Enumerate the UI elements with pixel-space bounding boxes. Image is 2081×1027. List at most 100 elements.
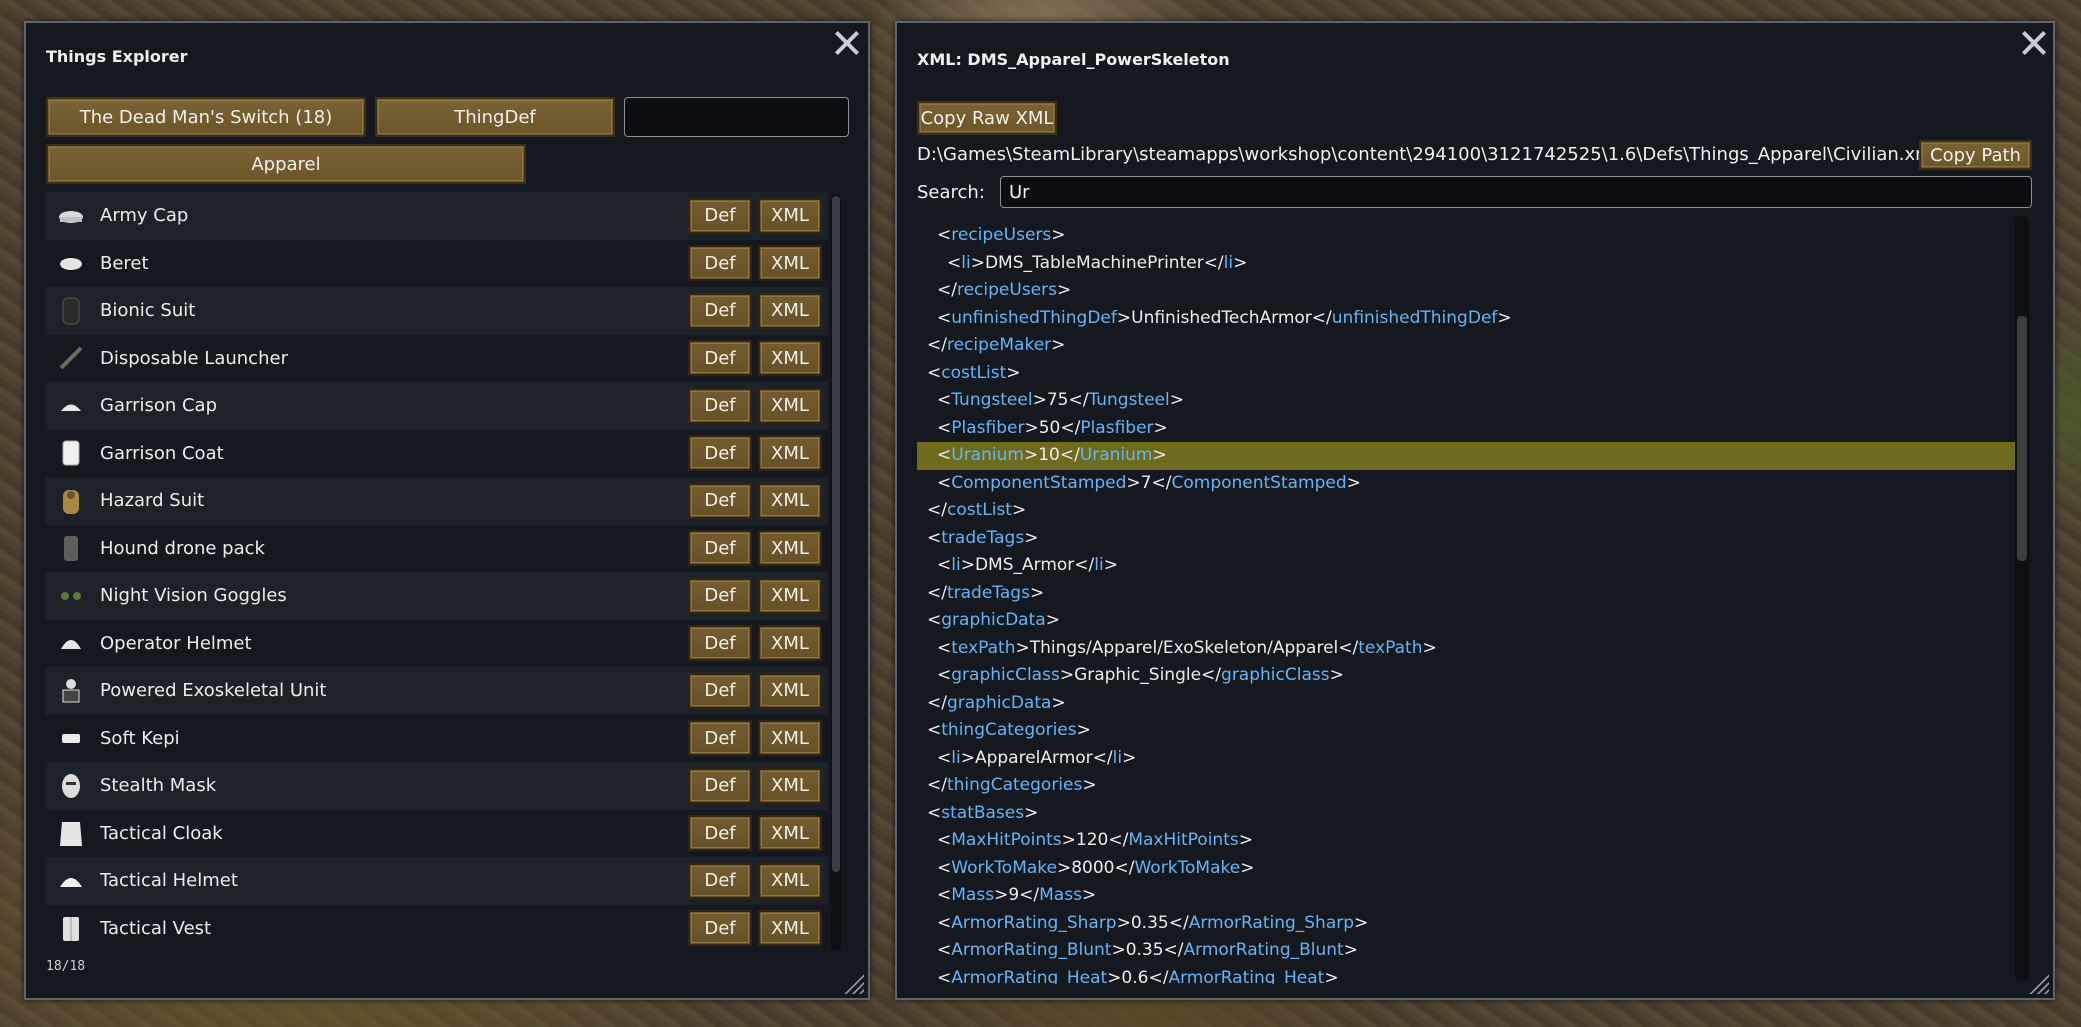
xml-button[interactable]: XML <box>758 672 822 709</box>
xml-tag: costList <box>941 362 1007 383</box>
xml-tag: li <box>951 555 961 575</box>
def-button[interactable]: Def <box>688 387 752 424</box>
def-button[interactable]: Def <box>688 435 752 472</box>
xml-line: <WorkToMake>8000</WorkToMake> <box>937 857 1255 878</box>
item-label: Garrison Cap <box>100 395 218 417</box>
xml-button[interactable]: XML <box>758 435 822 472</box>
list-item[interactable]: Operator Helmet Def XML <box>46 620 828 668</box>
def-button[interactable]: Def <box>688 672 752 709</box>
xml-tag: recipeMaker <box>946 335 1052 355</box>
resize-grip-icon[interactable] <box>2027 972 2049 994</box>
copy-path-button[interactable]: Copy Path <box>1919 140 2032 170</box>
xml-search-input[interactable] <box>1000 176 2032 208</box>
xml-button[interactable]: XML <box>758 482 822 519</box>
xml-value: ApparelArmor <box>974 747 1093 768</box>
xml-scrollbar[interactable] <box>2015 216 2029 981</box>
resize-grip-icon[interactable] <box>842 972 864 994</box>
list-item[interactable]: Powered Exoskeletal Unit Def XML <box>46 667 828 715</box>
xml-tag: statBases <box>941 802 1025 823</box>
def-button[interactable]: Def <box>688 720 752 757</box>
list-item[interactable]: Bionic Suit Def XML <box>46 287 828 335</box>
def-button[interactable]: Def <box>688 625 752 662</box>
xml-button[interactable]: XML <box>758 862 822 899</box>
xml-line: </recipeMaker> <box>927 335 1066 355</box>
xml-line: <Plasfiber>50</Plasfiber> <box>937 417 1168 438</box>
xml-tag: Mass <box>951 885 995 905</box>
list-item[interactable]: Stealth Mask Def XML <box>46 762 828 810</box>
def-button[interactable]: Def <box>688 862 752 899</box>
list-item[interactable]: Tactical Helmet Def XML <box>46 857 828 905</box>
xml-tag: Plasfiber <box>951 417 1025 438</box>
xml-button[interactable]: XML <box>758 340 822 377</box>
def-button[interactable]: Def <box>688 530 752 567</box>
scrollbar-thumb[interactable] <box>832 196 840 872</box>
def-button[interactable]: Def <box>688 767 752 804</box>
xml-button[interactable]: XML <box>758 292 822 329</box>
list-item[interactable]: Hazard Suit Def XML <box>46 477 828 525</box>
list-item[interactable]: Army Cap Def XML <box>46 192 828 240</box>
xml-tag: costList <box>946 500 1012 520</box>
window-title: XML: DMS_Apparel_PowerSkeleton <box>917 50 1230 69</box>
def-type-filter-button[interactable]: ThingDef <box>375 97 615 137</box>
xml-value: 0.35 <box>1130 912 1169 933</box>
xml-value: 50 <box>1038 417 1061 438</box>
coat-icon <box>56 438 86 468</box>
xml-value: 0.35 <box>1125 940 1164 960</box>
xml-button[interactable]: XML <box>758 720 822 757</box>
def-button[interactable]: Def <box>688 197 752 234</box>
vest-icon <box>56 913 86 943</box>
xml-button[interactable]: XML <box>758 910 822 947</box>
close-icon[interactable] <box>2019 28 2049 58</box>
xml-button[interactable]: XML <box>758 577 822 614</box>
xml-tag: MaxHitPoints <box>951 830 1062 850</box>
xml-line: <statBases> <box>927 802 1039 823</box>
xml-tag: ComponentStamped <box>951 472 1127 493</box>
def-button[interactable]: Def <box>688 577 752 614</box>
xml-button[interactable]: XML <box>758 245 822 282</box>
list-scrollbar[interactable] <box>831 194 841 951</box>
xml-tag: graphicClass <box>951 665 1060 685</box>
list-item[interactable]: Garrison Coat Def XML <box>46 430 828 478</box>
def-button[interactable]: Def <box>688 340 752 377</box>
def-button[interactable]: Def <box>688 910 752 947</box>
item-label: Night Vision Goggles <box>100 585 287 607</box>
def-button[interactable]: Def <box>688 245 752 282</box>
search-label: Search: <box>917 182 985 203</box>
xml-tag: li <box>961 252 971 273</box>
xml-button[interactable]: XML <box>758 197 822 234</box>
def-button[interactable]: Def <box>688 482 752 519</box>
xml-content: <recipeUsers> <li>DMS_TableMachinePrinter… <box>917 216 2017 984</box>
list-item[interactable]: Tactical Cloak Def XML <box>46 810 828 858</box>
xml-button[interactable]: XML <box>758 767 822 804</box>
xml-button[interactable]: XML <box>758 625 822 662</box>
list-item[interactable]: Hound drone pack Def XML <box>46 525 828 573</box>
list-item[interactable]: Beret Def XML <box>46 240 828 288</box>
copy-raw-xml-button[interactable]: Copy Raw XML <box>917 101 1057 135</box>
xml-tag: ArmorRating_Heat <box>951 967 1108 985</box>
list-item[interactable]: Garrison Cap Def XML <box>46 382 828 430</box>
xml-button[interactable]: XML <box>758 815 822 852</box>
xml-line: <li>DMS_TableMachinePrinter</li> <box>947 252 1248 273</box>
xml-tag: WorkToMake <box>1134 857 1241 878</box>
xml-line: <ComponentStamped>7</ComponentStamped> <box>937 472 1361 493</box>
list-item[interactable]: Night Vision Goggles Def XML <box>46 572 828 620</box>
xml-button[interactable]: XML <box>758 387 822 424</box>
list-item[interactable]: Disposable Launcher Def XML <box>46 335 828 383</box>
list-item[interactable]: Soft Kepi Def XML <box>46 715 828 763</box>
xml-tag: MaxHitPoints <box>1128 830 1239 850</box>
category-filter-button[interactable]: Apparel <box>46 144 526 184</box>
xml-line: <texPath>Things/Apparel/ExoSkeleton/Appa… <box>937 637 1437 658</box>
def-button[interactable]: Def <box>688 815 752 852</box>
list-item[interactable]: Tactical Vest Def XML <box>46 905 828 953</box>
things-search-input[interactable] <box>624 97 849 137</box>
xml-line: </tradeTags> <box>927 582 1045 603</box>
scrollbar-thumb[interactable] <box>2017 316 2027 561</box>
xml-line: <ArmorRating_Blunt>0.35</ArmorRating_Blu… <box>937 940 1358 960</box>
xml-line: <li>ApparelArmor</li> <box>937 747 1137 768</box>
xml-line-highlighted: <Uranium>10</Uranium> <box>917 442 2017 470</box>
def-button[interactable]: Def <box>688 292 752 329</box>
close-icon[interactable] <box>832 28 862 58</box>
mod-filter-button[interactable]: The Dead Man's Switch (18) <box>46 97 366 137</box>
item-label: Disposable Launcher <box>100 347 288 369</box>
xml-button[interactable]: XML <box>758 530 822 567</box>
